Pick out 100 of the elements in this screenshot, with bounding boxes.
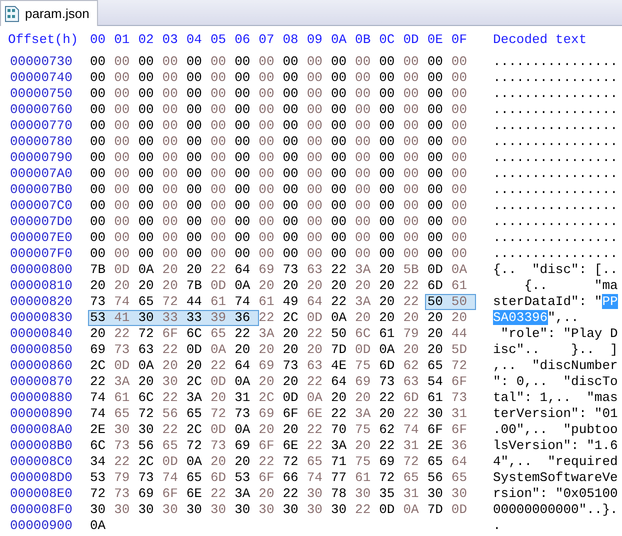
hex-byte: 00 bbox=[90, 134, 107, 150]
hex-byte: 22 bbox=[162, 342, 179, 358]
hex-byte: 3A bbox=[330, 438, 348, 454]
hex-byte: 34 bbox=[90, 454, 107, 470]
hex-byte: 73 bbox=[90, 294, 107, 310]
hex-byte: 36 bbox=[234, 310, 252, 326]
hex-byte: 71 bbox=[330, 454, 348, 470]
hex-byte: 53 bbox=[234, 470, 252, 486]
hex-byte: 65 bbox=[403, 470, 420, 486]
hex-byte: 69 bbox=[258, 406, 276, 422]
hex-byte: 30 bbox=[427, 406, 444, 422]
hex-byte: 20 bbox=[355, 310, 372, 326]
hex-byte: 22 bbox=[306, 438, 324, 454]
hex-byte: 5D bbox=[451, 342, 468, 358]
hex-byte: 63 bbox=[306, 262, 324, 278]
hex-byte: 20 bbox=[330, 390, 348, 406]
offset-label: 000008D0 bbox=[9, 470, 74, 486]
hex-byte: 00 bbox=[138, 134, 155, 150]
hex-byte: 00 bbox=[451, 166, 468, 182]
hex-byte: 00 bbox=[90, 182, 107, 198]
hex-byte: 22 bbox=[258, 454, 276, 470]
hex-byte: 22 bbox=[210, 486, 228, 502]
hex-byte: 00 bbox=[234, 214, 252, 230]
offset-label: 00000740 bbox=[9, 70, 74, 86]
column-header: 01 bbox=[114, 32, 131, 48]
hex-byte: 00 bbox=[234, 102, 252, 118]
hex-byte: 00 bbox=[403, 166, 420, 182]
hex-byte: 0A bbox=[234, 374, 252, 390]
hex-byte: 20 bbox=[306, 278, 324, 294]
decoded-text: ................ bbox=[493, 70, 618, 85]
hex-byte: 79 bbox=[114, 470, 131, 486]
hex-byte: 00 bbox=[114, 150, 131, 166]
hex-byte: 6F bbox=[162, 326, 179, 342]
hex-byte: 00 bbox=[210, 198, 228, 214]
column-header: 0E bbox=[427, 32, 444, 48]
decoded-text: ",.. bbox=[548, 310, 580, 325]
decoded-text: lsVersion": "1.6 bbox=[493, 438, 618, 453]
hex-byte: 65 bbox=[427, 454, 444, 470]
hex-byte: 65 bbox=[306, 454, 324, 470]
hex-byte: 30 bbox=[114, 502, 131, 518]
hex-byte: 00 bbox=[355, 134, 372, 150]
hex-byte: 00 bbox=[114, 118, 131, 134]
hex-byte: 20 bbox=[90, 326, 107, 342]
hex-byte: 00 bbox=[162, 118, 179, 134]
hex-byte: 00 bbox=[210, 166, 228, 182]
hex-byte: 00 bbox=[258, 102, 276, 118]
hex-byte: 30 bbox=[355, 486, 372, 502]
hex-byte: 72 bbox=[138, 326, 155, 342]
hex-byte: 72 bbox=[210, 406, 228, 422]
hex-byte: 00 bbox=[186, 54, 203, 70]
hex-byte: 00 bbox=[114, 102, 131, 118]
hex-byte: 20 bbox=[90, 278, 107, 294]
hex-byte: 00 bbox=[234, 118, 252, 134]
hex-byte: 00 bbox=[306, 134, 324, 150]
hex-byte: 00 bbox=[138, 118, 155, 134]
decoded-text: isc".. }.. ] bbox=[493, 342, 618, 357]
hex-byte: 00 bbox=[330, 214, 348, 230]
offset-label: 000007A0 bbox=[9, 166, 74, 182]
hex-byte: 00 bbox=[186, 70, 203, 86]
hex-byte: 00 bbox=[258, 134, 276, 150]
hex-byte: 0D bbox=[282, 390, 300, 406]
hex-byte: 00 bbox=[234, 54, 252, 70]
hex-byte: 00 bbox=[210, 230, 228, 246]
hex-byte: 00 bbox=[330, 86, 348, 102]
hex-byte: 00 bbox=[403, 70, 420, 86]
hex-byte: 20 bbox=[282, 278, 300, 294]
hex-byte: 0A bbox=[403, 502, 420, 518]
offset-label: 00000870 bbox=[9, 374, 74, 390]
hex-byte: 64 bbox=[306, 294, 324, 310]
hex-byte: 30 bbox=[330, 502, 348, 518]
hex-byte: 00 bbox=[427, 150, 444, 166]
hex-byte: 6F bbox=[258, 470, 276, 486]
hex-byte: 30 bbox=[186, 502, 203, 518]
hex-byte: 63 bbox=[306, 358, 324, 374]
hex-byte: 00 bbox=[379, 230, 396, 246]
hex-byte: 00 bbox=[379, 198, 396, 214]
hex-byte: 00 bbox=[379, 182, 396, 198]
hex-byte: 77 bbox=[330, 470, 348, 486]
hex-byte: 0A bbox=[90, 518, 107, 534]
file-tab[interactable]: param.json bbox=[0, 0, 98, 26]
hex-byte: 00 bbox=[355, 246, 372, 262]
hex-byte: 22 bbox=[306, 422, 324, 438]
hex-byte: 0A bbox=[138, 262, 155, 278]
hex-byte: 00 bbox=[234, 198, 252, 214]
decoded-text: ": 0,.. "discTo bbox=[493, 374, 618, 389]
hex-byte: 00 bbox=[306, 230, 324, 246]
offset-label: 00000730 bbox=[9, 54, 74, 70]
hex-byte: 00 bbox=[162, 246, 179, 262]
offset-label: 000007B0 bbox=[9, 182, 74, 198]
hex-byte: 00 bbox=[330, 102, 348, 118]
decoded-text: sterDataId": " bbox=[493, 294, 602, 309]
hex-byte: 00 bbox=[90, 86, 107, 102]
hex-byte: 00 bbox=[90, 150, 107, 166]
hex-byte: 00 bbox=[282, 102, 300, 118]
hex-byte: 00 bbox=[138, 86, 155, 102]
hex-byte: 22 bbox=[162, 390, 179, 406]
decoded-text: "role": "Play D bbox=[500, 326, 618, 341]
hex-byte: 0D bbox=[210, 278, 228, 294]
hex-byte: 00 bbox=[114, 246, 131, 262]
hex-byte: 56 bbox=[427, 470, 444, 486]
